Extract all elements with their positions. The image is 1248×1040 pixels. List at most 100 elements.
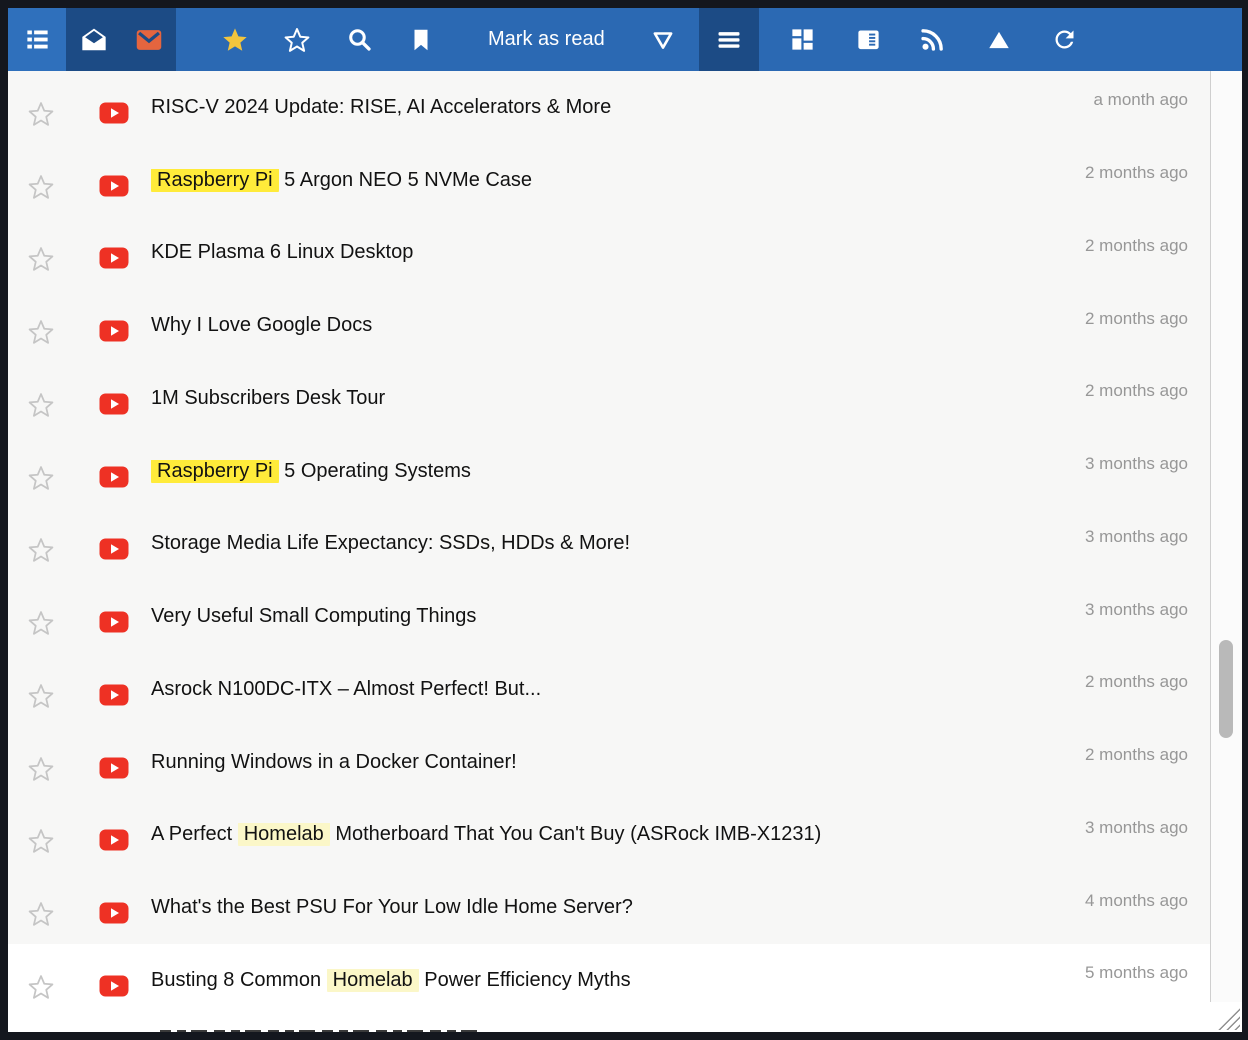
youtube-icon (99, 829, 129, 856)
star-outline-icon[interactable] (27, 173, 55, 206)
title-text: Storage Media Life Expectancy: SSDs, HDD… (151, 532, 630, 554)
list-item[interactable]: A Perfect Homelab Motherboard That You C… (8, 799, 1210, 872)
item-title[interactable]: RISC-V 2024 Update: RISE, AI Accelerator… (151, 96, 1093, 119)
resize-grip-icon[interactable] (1214, 1004, 1240, 1030)
article-rows: RISC-V 2024 Update: RISE, AI Accelerator… (8, 71, 1210, 1032)
star-outline-icon[interactable] (27, 464, 55, 497)
dashboard-view-button[interactable] (775, 8, 831, 71)
article-list: RISC-V 2024 Update: RISE, AI Accelerator… (8, 71, 1242, 1032)
item-title[interactable]: KDE Plasma 6 Linux Desktop (151, 241, 1085, 264)
refresh-button[interactable] (1037, 8, 1093, 71)
scrollbar-thumb[interactable] (1219, 640, 1233, 738)
search-icon (346, 26, 373, 53)
star-outline-icon (283, 26, 311, 54)
list-item[interactable]: Raspberry Pi 5 Operating Systems 3 month… (8, 435, 1210, 508)
title-text: Running Windows in a Docker Container! (151, 751, 517, 773)
star-outline-icon[interactable] (27, 755, 55, 788)
star-outline-icon[interactable] (27, 318, 55, 351)
unread-envelope-button[interactable] (121, 8, 176, 71)
triangle-up-icon (986, 27, 1012, 53)
list-item[interactable]: Raspberry Pi 5 Argon NEO 5 NVMe Case 2 m… (8, 144, 1210, 217)
list-item[interactable]: Very Useful Small Computing Things 3 mon… (8, 580, 1210, 653)
item-age: 2 months ago (1085, 745, 1210, 765)
scroll-to-top-button[interactable] (971, 8, 1027, 71)
item-age: 3 months ago (1085, 527, 1210, 547)
item-age: 2 months ago (1085, 672, 1210, 692)
title-text: A Perfect (151, 823, 238, 845)
list-item[interactable]: Busting 8 Common Homelab Power Efficienc… (8, 944, 1210, 1017)
youtube-icon (99, 611, 129, 638)
star-outline-icon[interactable] (27, 536, 55, 569)
item-title[interactable]: Raspberry Pi 5 Operating Systems (151, 460, 1085, 483)
list-item[interactable]: Storage Media Life Expectancy: SSDs, HDD… (8, 508, 1210, 581)
title-text: RISC-V 2024 Update: RISE, AI Accelerator… (151, 96, 611, 118)
title-text: Power Efficiency Myths (419, 969, 631, 991)
item-title[interactable]: What's the Best PSU For Your Low Idle Ho… (151, 896, 1085, 919)
item-age: 2 months ago (1085, 381, 1210, 401)
filter-dropdown-button[interactable] (635, 8, 691, 71)
youtube-icon (99, 684, 129, 711)
item-age: a month ago (1093, 90, 1210, 110)
mark-read-envelope-button[interactable] (66, 8, 121, 71)
youtube-icon (99, 466, 129, 493)
item-age: 2 months ago (1085, 309, 1210, 329)
highlighted-term: Homelab (327, 969, 419, 992)
youtube-icon (99, 757, 129, 784)
star-outline-icon[interactable] (27, 682, 55, 715)
item-title[interactable]: Running Windows in a Docker Container! (151, 751, 1085, 774)
star-outline-icon[interactable] (27, 100, 55, 133)
list-item[interactable]: 1M Subscribers Desk Tour 2 months ago (8, 362, 1210, 435)
menu-button[interactable] (699, 8, 759, 71)
list-item[interactable]: Asrock N100DC-ITX – Almost Perfect! But.… (8, 653, 1210, 726)
title-text: Why I Love Google Docs (151, 314, 372, 336)
view-list-icon (24, 26, 51, 53)
star-outline-icon[interactable] (27, 391, 55, 424)
read-state-toggle-group (66, 8, 176, 71)
youtube-icon (99, 175, 129, 202)
item-title[interactable]: Asrock N100DC-ITX – Almost Perfect! But.… (151, 678, 1085, 701)
mark-as-read-button[interactable]: Mark as read (482, 8, 611, 71)
item-age: 4 months ago (1085, 891, 1210, 911)
list-item[interactable]: Why I Love Google Docs 2 months ago (8, 289, 1210, 362)
youtube-icon (99, 393, 129, 420)
view-list-button[interactable] (8, 8, 66, 71)
scrollbar-track[interactable] (1210, 71, 1242, 1032)
star-toggle-button[interactable] (266, 8, 328, 71)
clipped-row-text (160, 1030, 480, 1032)
list-item[interactable]: KDE Plasma 6 Linux Desktop 2 months ago (8, 217, 1210, 290)
list-item[interactable]: What's the Best PSU For Your Low Idle Ho… (8, 871, 1210, 944)
item-title[interactable]: Storage Media Life Expectancy: SSDs, HDD… (151, 532, 1085, 555)
title-text: Busting 8 Common (151, 969, 327, 991)
star-outline-icon[interactable] (27, 609, 55, 642)
bookmark-button[interactable] (390, 8, 452, 71)
item-title[interactable]: 1M Subscribers Desk Tour (151, 387, 1085, 410)
star-outline-icon[interactable] (27, 973, 55, 1006)
star-outline-icon[interactable] (27, 245, 55, 278)
item-title[interactable]: Why I Love Google Docs (151, 314, 1085, 337)
item-age: 3 months ago (1085, 818, 1210, 838)
filter-dropdown-icon (650, 27, 676, 53)
item-age: 3 months ago (1085, 454, 1210, 474)
star-outline-icon[interactable] (27, 827, 55, 860)
list-item[interactable]: RISC-V 2024 Update: RISE, AI Accelerator… (8, 71, 1210, 144)
item-title[interactable]: Busting 8 Common Homelab Power Efficienc… (151, 969, 1085, 992)
reader-view-icon (855, 26, 882, 53)
item-age: 3 months ago (1085, 600, 1210, 620)
youtube-icon (99, 320, 129, 347)
title-text: KDE Plasma 6 Linux Desktop (151, 241, 413, 263)
reader-view-button[interactable] (841, 8, 897, 71)
rss-subscriptions-button[interactable] (905, 8, 961, 71)
title-text: Very Useful Small Computing Things (151, 605, 476, 627)
starred-filter-button[interactable] (204, 8, 266, 71)
item-title[interactable]: Raspberry Pi 5 Argon NEO 5 NVMe Case (151, 169, 1085, 192)
open-envelope-icon (80, 26, 108, 54)
refresh-icon (1051, 26, 1078, 53)
item-title[interactable]: A Perfect Homelab Motherboard That You C… (151, 823, 1085, 846)
bookmark-icon (408, 27, 434, 53)
search-button[interactable] (328, 8, 390, 71)
list-item[interactable]: Running Windows in a Docker Container! 2… (8, 726, 1210, 799)
star-outline-icon[interactable] (27, 900, 55, 933)
item-title[interactable]: Very Useful Small Computing Things (151, 605, 1085, 628)
title-text: 1M Subscribers Desk Tour (151, 387, 385, 409)
item-age: 5 months ago (1085, 963, 1210, 983)
